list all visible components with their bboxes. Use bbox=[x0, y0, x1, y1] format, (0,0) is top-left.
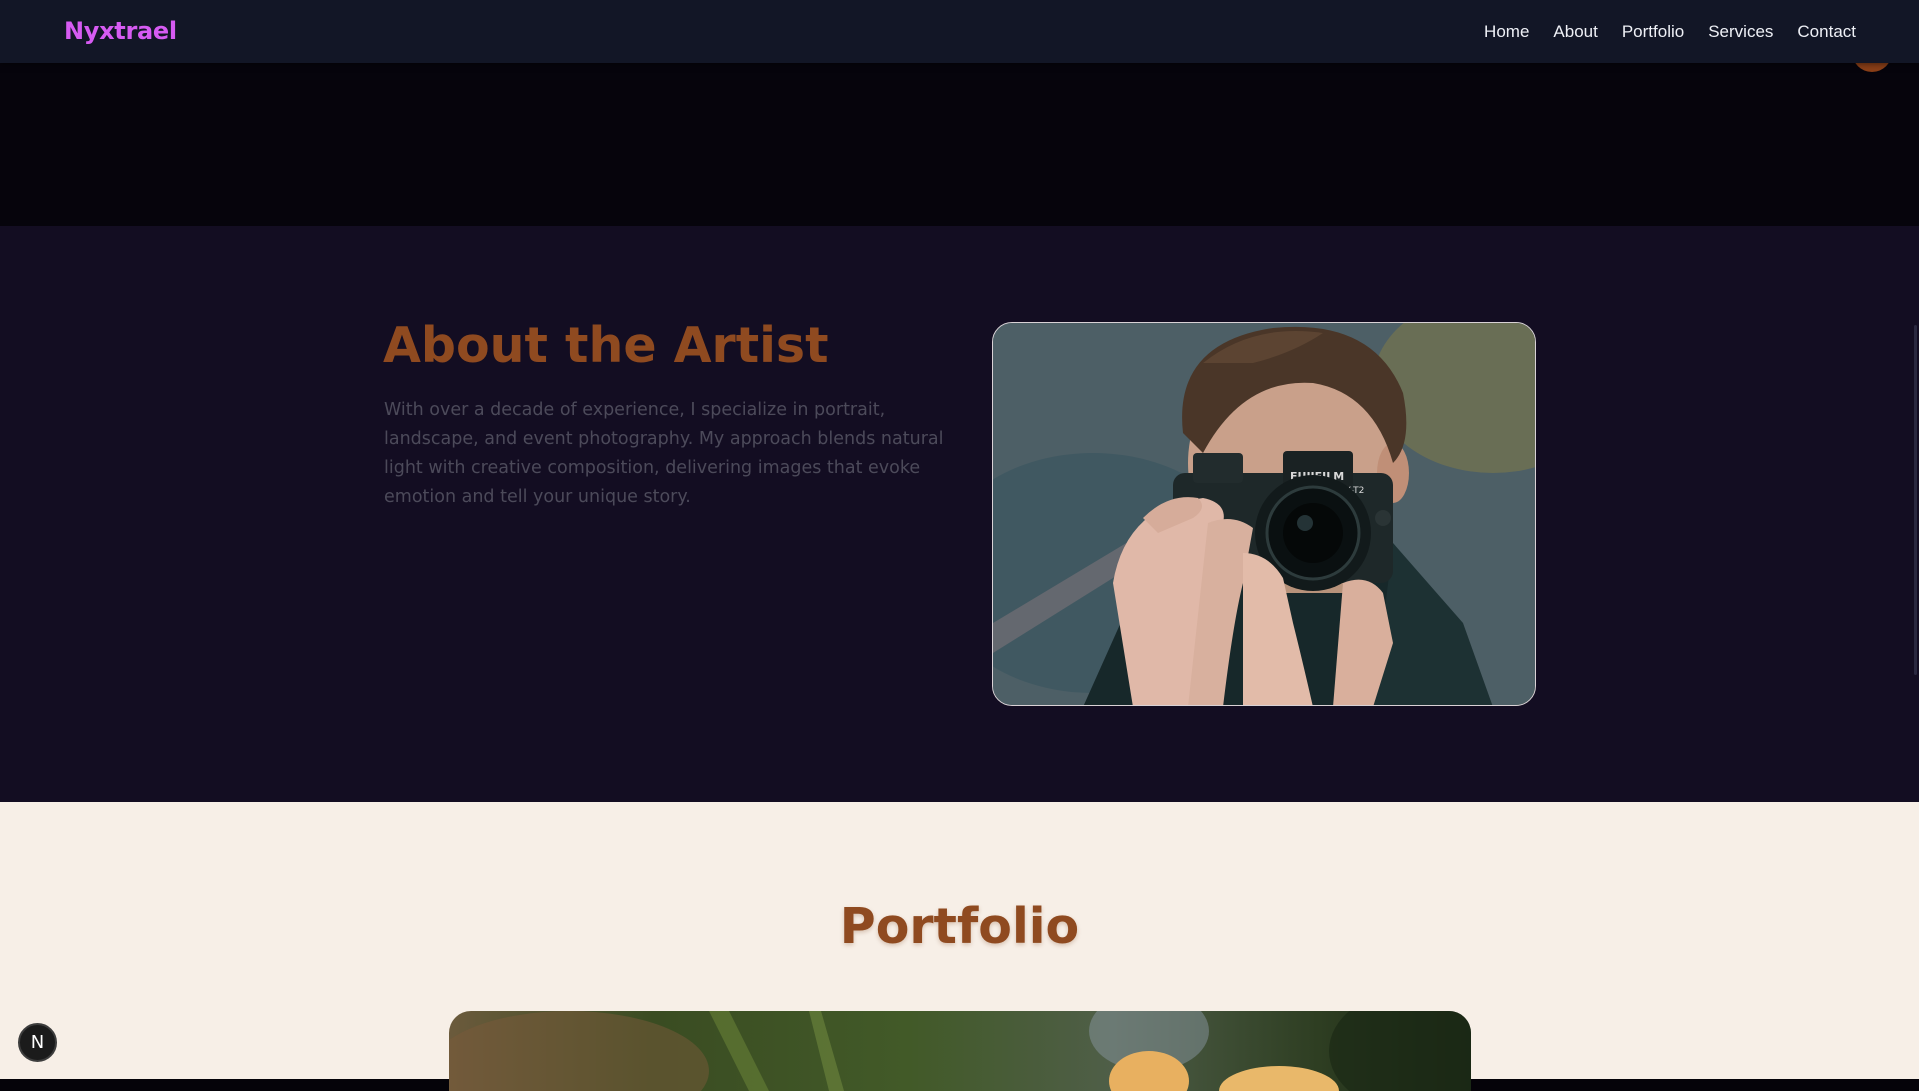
portfolio-section: Portfolio bbox=[0, 802, 1919, 1091]
about-section: About the Artist With over a decade of e… bbox=[0, 226, 1919, 802]
nav-links: Home About Portfolio Services Contact bbox=[1484, 22, 1856, 42]
n-logo-badge[interactable]: N bbox=[18, 1023, 57, 1062]
nav-link-about[interactable]: About bbox=[1553, 22, 1597, 42]
scrollbar-thumb[interactable] bbox=[1914, 325, 1917, 675]
hero-section bbox=[0, 63, 1919, 226]
n-badge-label: N bbox=[30, 1032, 45, 1053]
nav-link-home[interactable]: Home bbox=[1484, 22, 1529, 42]
about-description: With over a decade of experience, I spec… bbox=[384, 400, 944, 507]
portfolio-title: Portfolio bbox=[839, 898, 1080, 955]
nav-link-services[interactable]: Services bbox=[1708, 22, 1773, 42]
top-navbar: Nyxtrael Home About Portfolio Services C… bbox=[0, 0, 1919, 63]
portfolio-image-art bbox=[449, 1011, 1471, 1091]
nav-link-contact[interactable]: Contact bbox=[1797, 22, 1856, 42]
about-title: About the Artist bbox=[383, 317, 829, 374]
nav-link-portfolio[interactable]: Portfolio bbox=[1622, 22, 1684, 42]
portfolio-featured-image[interactable] bbox=[449, 1011, 1471, 1091]
camera-photo-illustration: FUJIFILM X-T2 bbox=[993, 323, 1535, 705]
site-logo[interactable]: Nyxtrael bbox=[64, 17, 177, 45]
artist-photo: FUJIFILM X-T2 bbox=[992, 322, 1536, 706]
